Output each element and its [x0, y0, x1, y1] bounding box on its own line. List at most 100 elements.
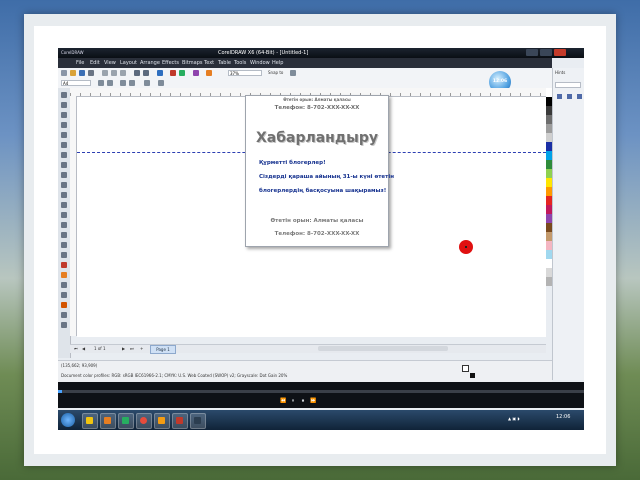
mesh-fill-tool-icon[interactable] [61, 292, 67, 298]
media-task-icon[interactable] [118, 413, 134, 429]
smart-fill-tool-icon[interactable] [61, 142, 67, 148]
publish-pdf-icon[interactable] [193, 70, 199, 76]
print-icon[interactable] [88, 70, 94, 76]
import-icon[interactable] [170, 70, 176, 76]
outline-indicator-icon[interactable] [470, 373, 475, 378]
add-page-icon[interactable]: + [140, 346, 143, 351]
menu-window[interactable]: Window [250, 60, 270, 66]
last-page-icon[interactable]: ⏭ [130, 346, 134, 351]
portrait-icon[interactable] [98, 80, 104, 86]
announcement-heading[interactable]: Хабарландыру [246, 130, 388, 146]
start-button-icon[interactable] [61, 413, 75, 427]
explorer-task-icon[interactable] [82, 413, 98, 429]
menu-help[interactable]: Help [272, 60, 283, 66]
current-page-icon[interactable] [129, 80, 135, 86]
polygon-tool-icon[interactable] [61, 172, 67, 178]
document-page[interactable]: Өтетін орын: Алматы қаласы Телефон: 8-70… [245, 95, 394, 247]
menu-layout[interactable]: Layout [120, 60, 137, 66]
docker-option-icon[interactable] [567, 94, 572, 99]
minimize-button[interactable] [526, 49, 538, 56]
menu-file[interactable]: File [76, 60, 84, 66]
zoom-tool-icon[interactable] [61, 122, 67, 128]
close-button[interactable] [554, 49, 566, 56]
options-icon[interactable] [290, 70, 296, 76]
browser-task-icon[interactable] [100, 413, 116, 429]
body-line-2[interactable]: Сіздерді қараша айының 31-ы күні өтетін [259, 174, 394, 180]
menu-table[interactable]: Table [218, 60, 231, 66]
rectangle-tool-icon[interactable] [61, 152, 67, 158]
maximize-button[interactable] [540, 49, 552, 56]
docker-option-icon[interactable] [577, 94, 582, 99]
interactive-fill-tool-icon[interactable] [61, 282, 67, 288]
drawing-canvas[interactable]: Өтетін орын: Алматы қаласы Телефон: 8-70… [77, 95, 546, 337]
next-page-icon[interactable]: ▶ [122, 346, 125, 351]
recorder-task-icon[interactable] [190, 413, 206, 429]
menu-effects[interactable]: Effects [162, 60, 179, 66]
body-line-1[interactable]: Құрметті блогерлер! [259, 160, 326, 166]
freehand-tool-icon[interactable] [61, 132, 67, 138]
table-tool-icon[interactable] [61, 202, 67, 208]
snap-to-label[interactable]: Snap to [268, 70, 283, 75]
units-icon[interactable] [144, 80, 150, 86]
footer-location-text[interactable]: Өтетін орын: Алматы қаласы [246, 218, 388, 224]
transparency-tool-icon[interactable] [61, 242, 67, 248]
docker-search-field[interactable] [555, 82, 581, 88]
stop-icon[interactable]: ⏹ [300, 398, 306, 404]
body-line-3[interactable]: блогерлердің басқосуына шақырамыз! [259, 188, 386, 194]
paste-icon[interactable] [120, 70, 126, 76]
docker-option-icon[interactable] [557, 94, 562, 99]
page-tab[interactable]: Page 1 [150, 345, 176, 354]
save-icon[interactable] [79, 70, 85, 76]
menu-tools[interactable]: Tools [234, 60, 246, 66]
fast-forward-icon[interactable]: ⏩ [310, 398, 316, 404]
fill-indicator-icon[interactable] [462, 365, 469, 372]
application-launcher-icon[interactable] [206, 70, 212, 76]
crop-tool-icon[interactable] [61, 112, 67, 118]
page-size-dropdown[interactable]: A4 [61, 80, 91, 86]
redo-icon[interactable] [143, 70, 149, 76]
menu-arrange[interactable]: Arrange [140, 60, 160, 66]
menu-edit[interactable]: Edit [90, 60, 100, 66]
footer-phone-text[interactable]: Телефон: 8-702-XXX-XX-XX [246, 231, 388, 237]
menu-view[interactable]: View [104, 60, 116, 66]
basic-shapes-tool-icon[interactable] [61, 182, 67, 188]
search-content-icon[interactable] [157, 70, 163, 76]
pause-icon[interactable]: ⏸ [290, 398, 296, 404]
shape-tool-icon[interactable] [61, 102, 67, 108]
zoom-level-dropdown[interactable]: 37% [228, 70, 262, 76]
extrude-tool-icon[interactable] [61, 322, 67, 328]
rewind-icon[interactable]: ⏪ [280, 398, 286, 404]
fill-tool-icon[interactable] [61, 272, 67, 278]
prev-page-icon[interactable]: ◀ [82, 346, 85, 351]
cut-icon[interactable] [102, 70, 108, 76]
connector-tool-icon[interactable] [61, 222, 67, 228]
copy-icon[interactable] [111, 70, 117, 76]
all-pages-icon[interactable] [120, 80, 126, 86]
smart-drawing-tool-icon[interactable] [61, 302, 67, 308]
export-icon[interactable] [179, 70, 185, 76]
open-icon[interactable] [70, 70, 76, 76]
video-progress-bar[interactable] [58, 390, 584, 393]
menu-bitmaps[interactable]: Bitmaps [182, 60, 203, 66]
new-icon[interactable] [61, 70, 67, 76]
chrome-task-icon[interactable] [136, 413, 152, 429]
eyedropper-tool-icon[interactable] [61, 252, 67, 258]
horizontal-scrollbar[interactable] [318, 346, 448, 351]
blend-tool-icon[interactable] [61, 232, 67, 238]
taskbar-clock[interactable]: 12:06 [556, 414, 570, 420]
undo-icon[interactable] [134, 70, 140, 76]
paint-task-icon[interactable] [154, 413, 170, 429]
first-page-icon[interactable]: ⏮ [74, 346, 78, 351]
dimension-tool-icon[interactable] [61, 212, 67, 218]
vertical-ruler[interactable] [70, 96, 77, 336]
menu-text[interactable]: Text [204, 60, 214, 66]
ellipse-tool-icon[interactable] [61, 162, 67, 168]
pick-tool-icon[interactable] [61, 92, 67, 98]
outline-pen-tool-icon[interactable] [61, 262, 67, 268]
envelope-tool-icon[interactable] [61, 312, 67, 318]
corel-task-icon[interactable] [172, 413, 188, 429]
nudge-icon[interactable] [158, 80, 164, 86]
color-profile-info[interactable]: Document color profiles: RGB: sRGB IEC61… [61, 373, 287, 378]
text-tool-icon[interactable] [61, 192, 67, 198]
landscape-icon[interactable] [107, 80, 113, 86]
